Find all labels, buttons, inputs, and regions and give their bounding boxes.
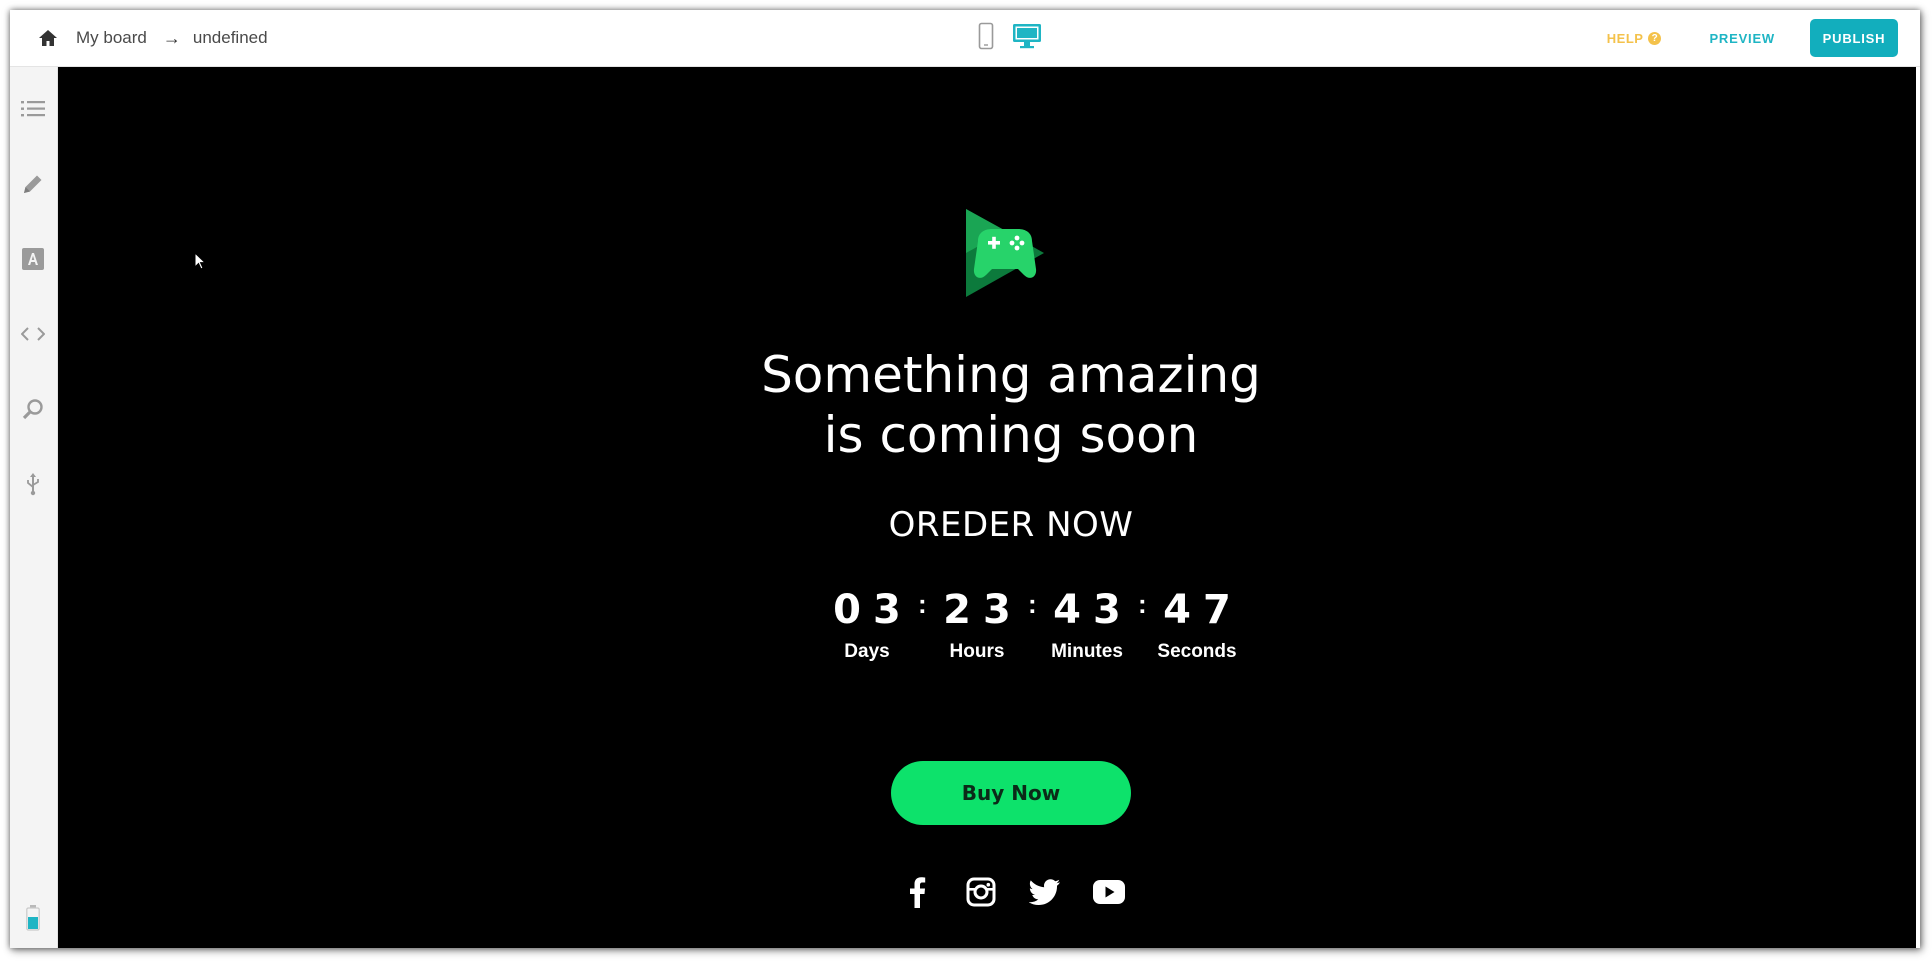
countdown-minutes-value: 43 — [1053, 587, 1133, 633]
twitter-icon[interactable] — [1028, 875, 1062, 909]
countdown-minutes: 43 Minutes — [1032, 585, 1142, 663]
top-actions: HELP ? PREVIEW PUBLISH — [1607, 10, 1898, 66]
mouse-cursor-icon — [194, 251, 207, 275]
seo-search-icon[interactable] — [20, 396, 46, 422]
countdown-timer: 03 Days : 23 Hours : 43 Minutes : 47 Sec… — [812, 585, 1252, 663]
countdown-days-value: 03 — [833, 587, 913, 633]
headline-line-1: Something amazing — [761, 346, 1261, 404]
tool-sidebar — [10, 67, 58, 948]
countdown-hours-value: 23 — [943, 587, 1023, 633]
breadcrumb: My board → undefined — [38, 10, 268, 66]
device-toggle — [978, 22, 1042, 50]
buy-now-button[interactable]: Buy Now — [891, 761, 1131, 825]
battery-icon — [26, 905, 40, 936]
home-icon[interactable] — [38, 27, 60, 49]
countdown-seconds-label: Seconds — [1157, 641, 1237, 662]
instagram-icon[interactable] — [964, 875, 998, 909]
page-headline[interactable]: Something amazing is coming soon — [58, 345, 1920, 465]
pencil-icon[interactable] — [20, 171, 46, 197]
editor-window: My board → undefined HELP ? PREVIEW PUBL… — [10, 10, 1920, 948]
breadcrumb-arrow: → — [162, 27, 181, 48]
help-label: HELP — [1606, 30, 1644, 46]
countdown-seconds-value: 47 — [1163, 587, 1243, 633]
countdown-hours: 23 Hours — [922, 585, 1032, 663]
countdown-hours-label: Hours — [949, 641, 1005, 662]
youtube-icon[interactable] — [1092, 875, 1126, 909]
help-question-icon: ? — [1648, 31, 1662, 45]
mobile-phone-icon[interactable] — [978, 22, 994, 50]
list-icon[interactable] — [20, 96, 46, 122]
help-link[interactable]: HELP ? — [1607, 31, 1662, 46]
page-canvas: Something amazing is coming soon OREDER … — [58, 67, 1920, 948]
top-bar: My board → undefined HELP ? PREVIEW PUBL… — [10, 10, 1920, 67]
breadcrumb-page[interactable]: undefined — [193, 28, 268, 48]
page-subheading[interactable]: OREDER NOW — [58, 505, 1920, 545]
preview-button[interactable]: PREVIEW — [1709, 31, 1775, 46]
font-icon[interactable] — [20, 246, 46, 272]
game-controller-play-logo — [962, 207, 1048, 304]
countdown-seconds: 47 Seconds — [1142, 585, 1252, 663]
facebook-icon[interactable] — [900, 875, 934, 909]
headline-line-2: is coming soon — [823, 406, 1199, 464]
usb-integration-icon[interactable] — [20, 471, 46, 497]
code-icon[interactable] — [20, 321, 46, 347]
breadcrumb-board[interactable]: My board — [76, 28, 147, 48]
publish-button[interactable]: PUBLISH — [1810, 19, 1898, 57]
countdown-minutes-label: Minutes — [1051, 641, 1123, 662]
countdown-days-label: Days — [844, 641, 890, 662]
canvas-scroll-edge — [1916, 67, 1920, 948]
social-links — [900, 875, 1126, 909]
desktop-monitor-icon[interactable] — [1012, 23, 1042, 49]
countdown-days: 03 Days — [812, 585, 922, 663]
